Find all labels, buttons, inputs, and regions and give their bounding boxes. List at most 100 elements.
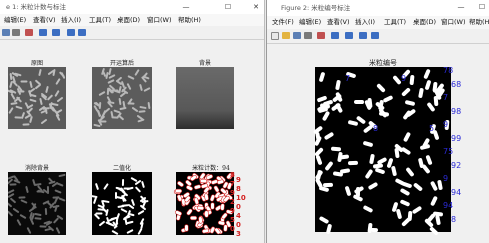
save-icon[interactable] (2, 29, 10, 36)
rice-grain (209, 194, 215, 202)
link-plot-icon[interactable] (39, 29, 47, 36)
rice-grain (38, 225, 47, 229)
menu-desktop[interactable]: 桌面(D) (413, 16, 436, 29)
toolbar (267, 29, 489, 44)
rice-grain (95, 212, 103, 215)
rice-grain (334, 102, 344, 114)
subplot-title-background: 背景 (198, 60, 211, 67)
grain-number-label: 94 (443, 201, 454, 210)
menu-window[interactable]: 窗口(W) (147, 14, 172, 26)
menu-insert[interactable]: 插入(I) (61, 14, 81, 26)
new-file-icon[interactable] (271, 32, 279, 40)
rice-grain (20, 80, 28, 83)
rice-grain (39, 98, 43, 106)
menu-window[interactable]: 窗口(W) (441, 16, 466, 29)
legend-icon[interactable] (359, 32, 367, 39)
menu-view[interactable]: 查看(V) (33, 14, 56, 26)
count-label: 8 (230, 171, 235, 179)
rice-grain (337, 151, 343, 163)
rice-grain (405, 166, 415, 178)
rice-grain (117, 204, 125, 208)
menu-file[interactable]: 文件(F) (272, 16, 294, 29)
window-title: Figure 2: 米粒编号标注 (281, 4, 351, 12)
rice-grain (362, 140, 374, 148)
rice-grain (364, 168, 374, 180)
count-label: 10 (236, 193, 246, 202)
rice-grain (314, 177, 324, 188)
rice-grain (22, 123, 30, 127)
rice-grain (185, 224, 189, 231)
menu-bar: 编辑(E) 查看(V) 插入(I) 工具(T) 桌面(D) 窗口(W) 帮助(H… (0, 14, 264, 26)
rice-grain (55, 226, 61, 234)
colorbar-icon[interactable] (345, 32, 353, 39)
print-icon[interactable] (304, 32, 312, 39)
grain-number-label: 75 (443, 147, 454, 156)
rice-grain (375, 167, 386, 175)
grain-number-label: 68 (451, 79, 462, 89)
rice-grain (34, 217, 42, 221)
rice-grain (221, 212, 229, 220)
rice-grain (315, 154, 323, 166)
rice-grain (94, 182, 99, 191)
rice-grain (26, 227, 32, 235)
rice-grain (206, 174, 213, 180)
menu-edit[interactable]: 编辑(E) (299, 16, 321, 29)
menu-tools[interactable]: 工具(T) (89, 14, 111, 26)
count-label: 0 (236, 220, 241, 229)
rice-grain (323, 132, 335, 141)
count-label: 9 (230, 189, 235, 197)
rice-grain (401, 87, 412, 97)
rice-grain (93, 123, 101, 128)
minimize-button[interactable]: — (452, 0, 470, 14)
original-image (8, 67, 66, 129)
menu-help[interactable]: 帮助(H) (469, 16, 489, 29)
rice-grain (14, 105, 23, 110)
menu-edit[interactable]: 编辑(E) (4, 14, 26, 26)
rice-grain (44, 227, 53, 232)
menu-insert[interactable]: 插入(I) (355, 16, 375, 29)
menu-help[interactable]: 帮助(H) (178, 14, 201, 26)
rice-grain (424, 80, 431, 91)
menu-view[interactable]: 查看(V) (327, 16, 350, 29)
minimize-button[interactable]: — (177, 0, 195, 14)
count-label: 2 (230, 198, 235, 206)
arrow-icon[interactable] (317, 32, 325, 39)
menu-bar: 文件(F) 编辑(E) 查看(V) 插入(I) 工具(T) 桌面(D) 窗口(W… (267, 16, 489, 29)
maximize-button[interactable]: ☐ (219, 0, 237, 14)
rice-grain (9, 183, 17, 186)
rice-grain (127, 75, 135, 81)
count-label: 0 (236, 202, 241, 211)
colorbar-icon[interactable] (52, 29, 60, 36)
arrow-icon[interactable] (25, 29, 33, 36)
rice-grain (369, 154, 376, 165)
rice-grain (55, 114, 61, 122)
rice-grain (29, 98, 37, 103)
panel-icon[interactable] (78, 29, 86, 36)
rice-grain (147, 102, 151, 110)
count-label: 5 (230, 216, 235, 224)
rice-grain (399, 187, 411, 196)
print-icon[interactable] (12, 29, 20, 36)
rice-grain (432, 81, 438, 93)
panel-icon[interactable] (371, 32, 379, 39)
rice-grain (107, 79, 115, 85)
rice-grain (382, 95, 394, 104)
rice-grain (425, 154, 433, 166)
menu-tools[interactable]: 工具(T) (384, 16, 406, 29)
grain-number-label: 9 (401, 74, 407, 83)
close-button[interactable]: ✕ (247, 0, 264, 14)
link-plot-icon[interactable] (331, 32, 339, 39)
rice-grain (423, 68, 432, 80)
legend-icon[interactable] (67, 29, 75, 36)
rice-grain (139, 217, 145, 225)
open-icon[interactable] (282, 32, 290, 39)
menu-desktop[interactable]: 桌面(D) (117, 14, 140, 26)
rice-grain (58, 197, 66, 202)
count-label: 0 (230, 225, 235, 233)
subplot-title-binary: 二值化 (112, 165, 131, 172)
rice-grain (194, 184, 202, 190)
rice-grain (412, 182, 423, 192)
maximize-button[interactable]: ☐ (473, 0, 489, 14)
grain-number-label: 98 (451, 106, 462, 116)
save-icon[interactable] (293, 32, 301, 39)
